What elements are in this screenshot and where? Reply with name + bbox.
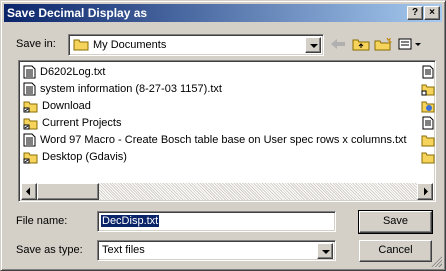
chevron-down-icon[interactable] xyxy=(305,37,321,53)
dialog-title: Save Decimal Display as xyxy=(7,6,148,20)
folder-icon xyxy=(421,152,435,164)
scrollbar-thumb[interactable] xyxy=(37,183,99,200)
list-item-label: Word 97 Macro - Create Bosch table base … xyxy=(40,134,407,146)
back-icon[interactable] xyxy=(328,35,348,53)
text-file-icon xyxy=(23,133,36,147)
save-in-value: My Documents xyxy=(93,38,167,51)
list-item[interactable]: Current Projects xyxy=(23,115,121,131)
save-dialog: Save Decimal Display as ? × Save in: My … xyxy=(0,0,446,271)
title-bar[interactable]: Save Decimal Display as ? × xyxy=(4,4,442,22)
chevron-down-icon[interactable] xyxy=(317,243,333,259)
file-name-value: DecDisp.txt xyxy=(101,215,160,227)
save-button[interactable]: Save xyxy=(358,210,433,234)
list-item[interactable]: D6202Log.txt xyxy=(23,64,105,80)
text-file-icon xyxy=(23,82,36,96)
web-folder-icon xyxy=(421,101,435,113)
save-as-type-dropdown[interactable]: Text files xyxy=(97,240,336,261)
file-name-label: File name: xyxy=(16,215,68,227)
new-folder-icon[interactable] xyxy=(373,35,393,53)
up-folder-icon[interactable] xyxy=(351,35,371,53)
help-button[interactable]: ? xyxy=(407,6,423,20)
list-item[interactable]: Desktop (Gdavis) xyxy=(23,149,127,165)
list-item-label: D6202Log.txt xyxy=(40,66,106,78)
save-as-type-label: Save as type: xyxy=(16,244,83,256)
folder-shortcut-icon xyxy=(23,152,38,163)
cancel-button[interactable]: Cancel xyxy=(359,240,432,262)
list-item[interactable]: Download xyxy=(23,98,91,114)
scroll-right-icon[interactable] xyxy=(417,183,433,200)
list-item[interactable]: Word 97 Macro - Create Bosch table base … xyxy=(23,132,407,148)
resize-grip[interactable] xyxy=(430,255,442,267)
file-list[interactable]: D6202Log.txt system information (8-27-03… xyxy=(18,60,436,202)
view-menu-icon[interactable] xyxy=(397,35,423,53)
file-name-input[interactable]: DecDisp.txt xyxy=(97,211,336,232)
folder-shortcut-icon xyxy=(23,101,38,112)
list-item-label: Current Projects xyxy=(42,117,122,129)
folder-icon xyxy=(73,39,89,51)
save-in-dropdown[interactable]: My Documents xyxy=(68,34,324,56)
text-file-icon xyxy=(422,65,434,79)
list-item-label: Download xyxy=(42,100,91,112)
list-item[interactable]: system information (8-27-03 1157).txt xyxy=(23,81,222,97)
text-file-icon xyxy=(422,116,434,130)
folder-shortcut-icon xyxy=(23,118,38,129)
close-button[interactable]: × xyxy=(424,6,440,20)
horizontal-scrollbar[interactable] xyxy=(21,183,433,200)
save-as-type-value: Text files xyxy=(102,244,145,256)
text-file-icon xyxy=(23,65,36,79)
folder-shortcut-icon xyxy=(421,84,435,96)
folder-icon xyxy=(421,135,435,147)
scroll-left-icon[interactable] xyxy=(21,183,37,200)
list-item-label: Desktop (Gdavis) xyxy=(42,151,127,163)
list-item-label: system information (8-27-03 1157).txt xyxy=(40,83,222,95)
save-in-label: Save in: xyxy=(16,38,56,50)
